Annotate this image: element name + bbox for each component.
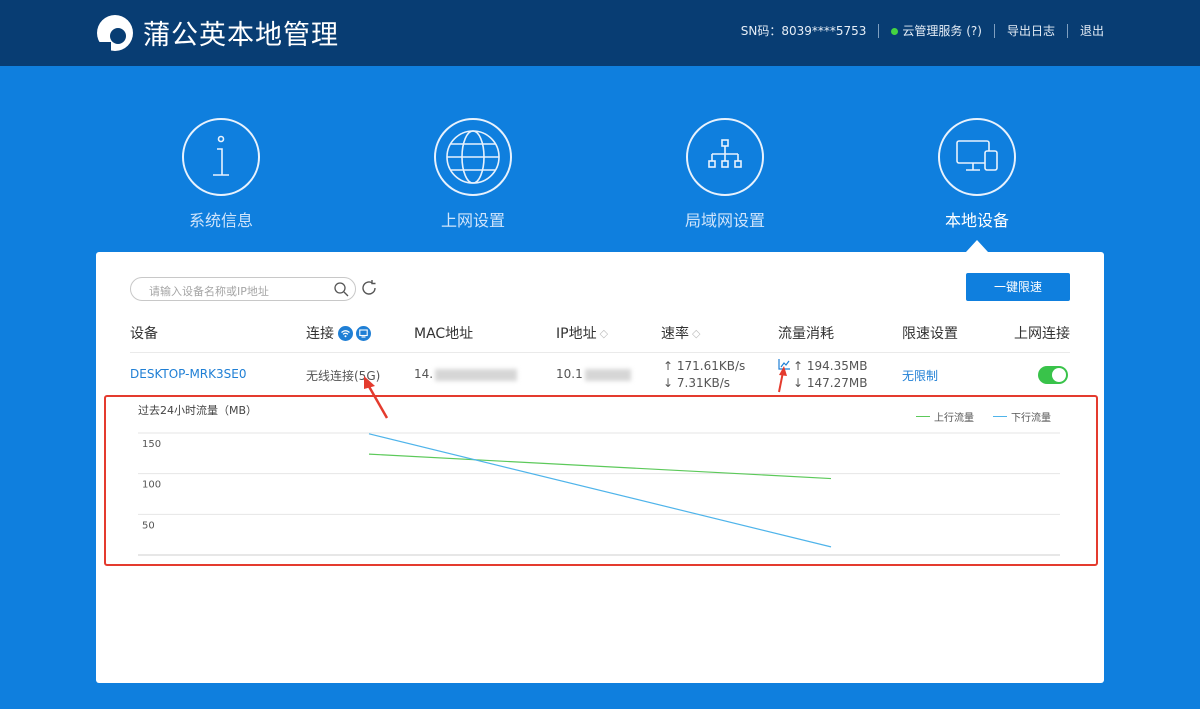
network-tree-icon: [686, 118, 764, 196]
info-icon: [182, 118, 260, 196]
dandelion-logo-icon: [97, 15, 133, 52]
divider: [878, 23, 880, 38]
nav-lan-settings[interactable]: 局域网设置: [645, 118, 805, 231]
nav-label: 上网设置: [440, 211, 505, 230]
export-log-link[interactable]: 导出日志: [1007, 22, 1055, 39]
annotation-box: [104, 395, 1098, 566]
nav-local-devices[interactable]: 本地设备: [897, 118, 1057, 231]
nav-label: 本地设备: [944, 211, 1009, 230]
logout-link[interactable]: 退出: [1080, 22, 1104, 39]
top-links: SN码：8039****5753 云管理服务 (?) 导出日志 退出: [741, 22, 1104, 39]
serial-number: SN码：8039****5753: [740, 24, 867, 38]
devices-icon: [938, 118, 1016, 196]
globe-icon: [434, 118, 512, 196]
status-dot-icon: [891, 28, 899, 35]
cloud-service-link[interactable]: 云管理服务 (?): [891, 22, 982, 39]
cloud-service-label: 云管理服务 (?): [902, 24, 982, 38]
nav-label: 局域网设置: [684, 211, 765, 230]
top-bar: 蒲公英本地管理 SN码：8039****5753 云管理服务 (?) 导出日志 …: [0, 0, 1200, 66]
active-tab-pointer: [966, 240, 988, 252]
nav-internet-settings[interactable]: 上网设置: [393, 118, 553, 231]
divider: [993, 23, 995, 38]
app-title: 蒲公英本地管理: [143, 20, 339, 51]
divider: [1066, 23, 1068, 38]
nav-system-info[interactable]: 系统信息: [141, 118, 301, 231]
nav-label: 系统信息: [188, 211, 253, 230]
